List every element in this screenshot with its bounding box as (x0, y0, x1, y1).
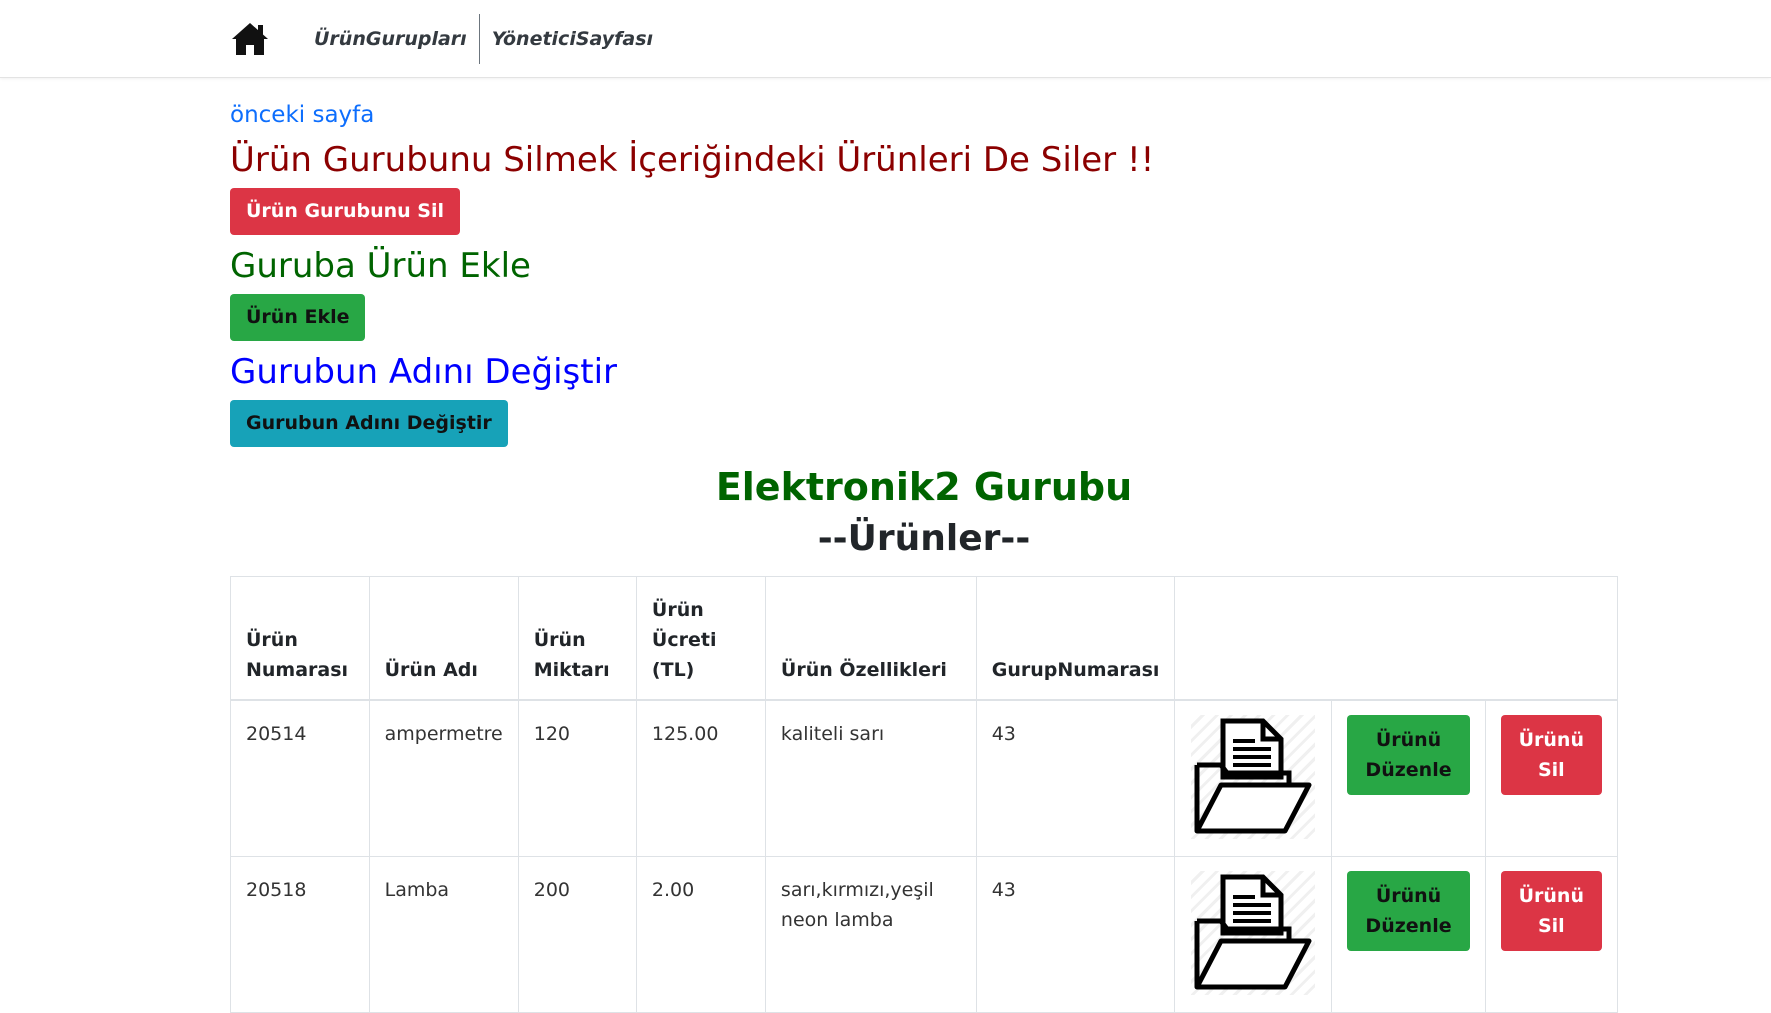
cell-group-number: 43 (975, 699, 1176, 857)
cell-product-quantity: 120 (517, 699, 637, 857)
cell-product-price: 2.00 (635, 855, 766, 1013)
cell-product-features: kaliteli sarı (764, 699, 977, 857)
delete-product-button[interactable]: Ürünü Sil (1500, 870, 1602, 951)
header-actions (1174, 576, 1618, 701)
cell-product-number: 20518 (230, 855, 370, 1013)
home-icon[interactable] (230, 20, 270, 58)
products-title: --Ürünler-- (817, 518, 1031, 559)
table-row: 20518 Lamba 200 2.00 sarı,kırmızı,yeşil … (230, 855, 1619, 1013)
cell-product-image (1174, 855, 1333, 1013)
navbar: ÜrünGurupları YöneticiSayfası (0, 0, 1771, 78)
cell-product-name: Lamba (368, 855, 519, 1013)
document-folder-icon (1191, 715, 1316, 839)
header-product-quantity: Ürün Miktarı (517, 576, 637, 701)
nav-link-product-groups[interactable]: ÜrünGurupları (302, 28, 479, 50)
cell-group-number: 43 (975, 855, 1176, 1013)
previous-page-link[interactable]: önceki sayfa (230, 100, 1618, 130)
delete-group-button[interactable]: Ürün Gurubunu Sil (230, 188, 460, 235)
document-folder-icon (1191, 870, 1316, 995)
cell-product-number: 20514 (230, 699, 370, 857)
nav-link-admin-page[interactable]: YöneticiSayfası (480, 28, 665, 50)
cell-delete: Ürünü Sil (1484, 699, 1619, 857)
rename-group-button[interactable]: Gurubun Adını Değiştir (230, 400, 508, 447)
cell-product-image (1174, 699, 1333, 857)
delete-group-warning: Ürün Gurubunu Silmek İçeriğindeki Ürünle… (230, 140, 1155, 180)
cell-edit: Ürünü Düzenle (1331, 855, 1486, 1013)
header-product-name: Ürün Adı (368, 576, 519, 701)
header-group-number: GurupNumarası (975, 576, 1176, 701)
header-product-features: Ürün Özellikleri (764, 576, 977, 701)
header-product-number: Ürün Numarası (230, 576, 370, 701)
cell-product-quantity: 200 (517, 855, 637, 1013)
edit-product-button[interactable]: Ürünü Düzenle (1347, 870, 1470, 951)
cell-delete: Ürünü Sil (1484, 855, 1619, 1013)
cell-product-price: 125.00 (635, 699, 766, 857)
cell-product-name: ampermetre (368, 699, 519, 857)
cell-edit: Ürünü Düzenle (1331, 699, 1486, 857)
delete-product-button[interactable]: Ürünü Sil (1500, 715, 1602, 795)
edit-product-button[interactable]: Ürünü Düzenle (1347, 715, 1470, 795)
main-content: önceki sayfa Ürün Gurubunu Silmek İçeriğ… (230, 78, 1619, 1013)
header-product-price: Ürün Ücreti (TL) (635, 576, 766, 701)
add-product-button[interactable]: Ürün Ekle (230, 294, 366, 341)
products-table: Ürün Numarası Ürün Adı Ürün Miktarı Ürün… (230, 576, 1619, 1013)
cell-product-features: sarı,kırmızı,yeşil neon lamba (764, 855, 977, 1013)
group-title: Elektronik2 Gurubu (715, 465, 1133, 509)
table-row: 20514 ampermetre 120 125.00 kaliteli sar… (230, 699, 1619, 857)
add-product-heading: Guruba Ürün Ekle (230, 246, 531, 286)
rename-group-heading: Gurubun Adını Değiştir (230, 352, 617, 392)
table-header-row: Ürün Numarası Ürün Adı Ürün Miktarı Ürün… (230, 576, 1618, 701)
